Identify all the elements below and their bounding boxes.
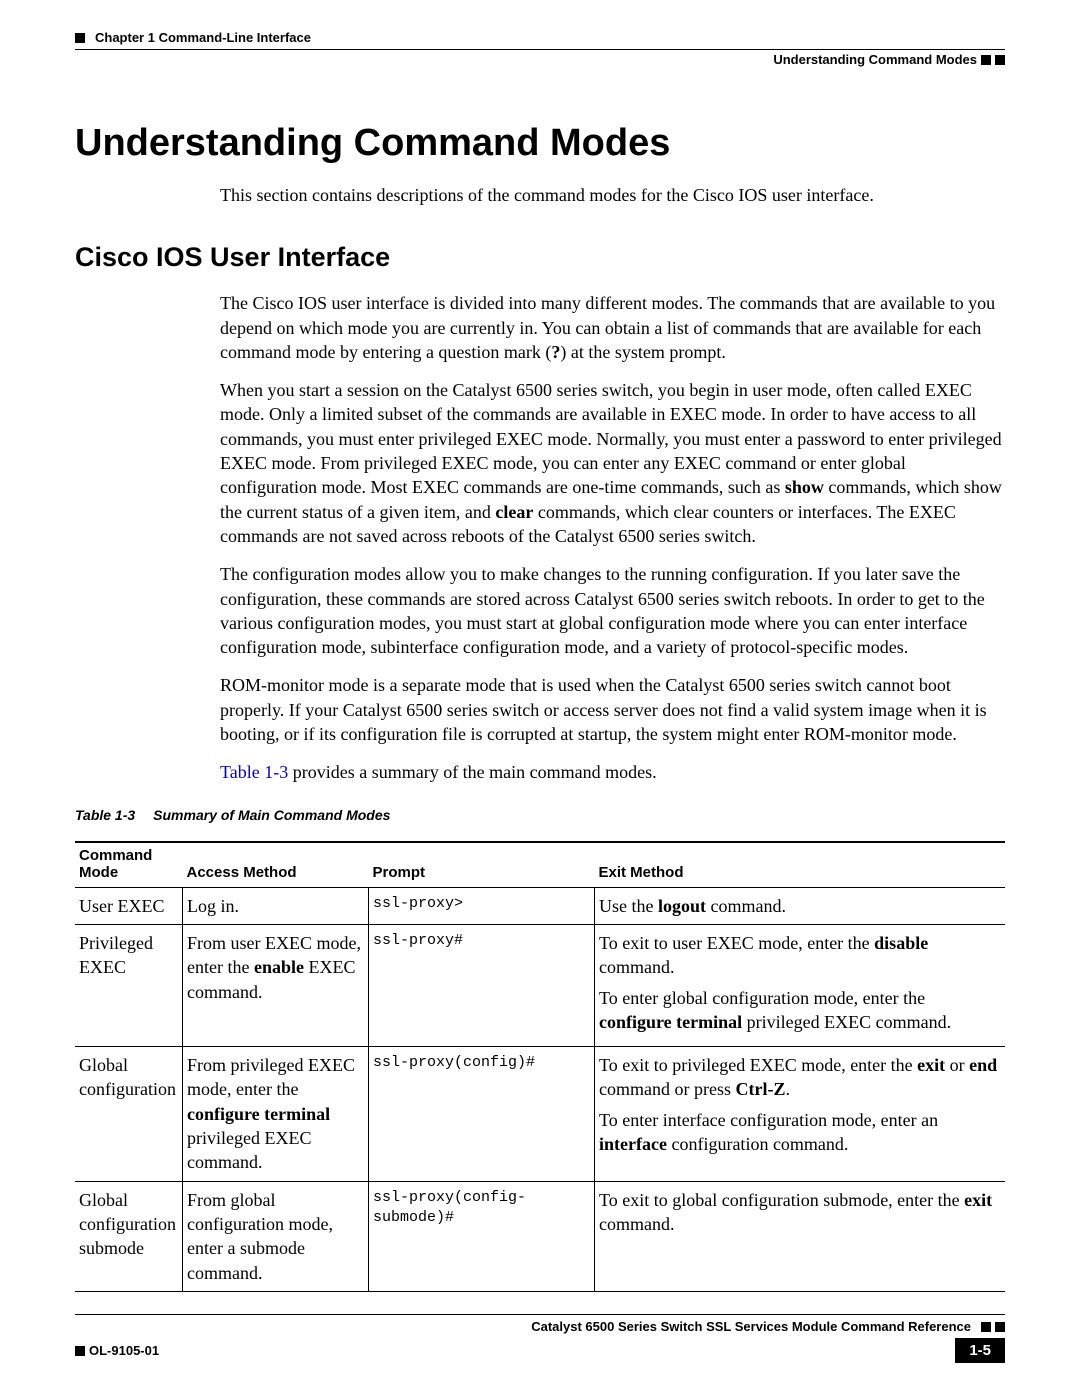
th-access: Access Method [183,842,369,888]
page-title: Understanding Command Modes [75,122,1005,165]
intro-text: This section contains descriptions of th… [75,183,1005,207]
paragraph-1: The Cisco IOS user interface is divided … [75,291,1005,364]
section-heading: Cisco IOS User Interface [75,242,1005,273]
header-section: Understanding Command Modes [773,52,977,67]
paragraph-5: Table 1-3 provides a summary of the main… [75,760,1005,784]
command-modes-table: Command Mode Access Method Prompt Exit M… [75,841,1005,1292]
page-footer: Catalyst 6500 Series Switch SSL Services… [75,1314,1005,1363]
paragraph-3: The configuration modes allow you to mak… [75,562,1005,659]
header-right: Understanding Command Modes [75,52,1005,67]
header-chapter: Chapter 1 Command-Line Interface [95,30,311,45]
table-link[interactable]: Table 1-3 [220,762,288,782]
table-row: Privileged EXEC From user EXEC mode, ent… [75,924,1005,1046]
footer-doc-id: OL-9105-01 [89,1343,159,1358]
paragraph-4: ROM-monitor mode is a separate mode that… [75,673,1005,746]
paragraph-2: When you start a session on the Catalyst… [75,378,1005,548]
footer-title: Catalyst 6500 Series Switch SSL Services… [531,1319,971,1334]
th-prompt: Prompt [369,842,595,888]
header-left: Chapter 1 Command-Line Interface [75,30,1005,45]
page-number: 1-5 [955,1338,1005,1363]
th-mode: Command Mode [75,842,183,888]
table-row: Global configuration From privileged EXE… [75,1047,1005,1181]
table-row: Global configuration submode From global… [75,1181,1005,1291]
table-row: User EXEC Log in. ssl-proxy> Use the log… [75,887,1005,924]
table-caption: Table 1-3Summary of Main Command Modes [75,807,1005,823]
th-exit: Exit Method [595,842,1006,888]
